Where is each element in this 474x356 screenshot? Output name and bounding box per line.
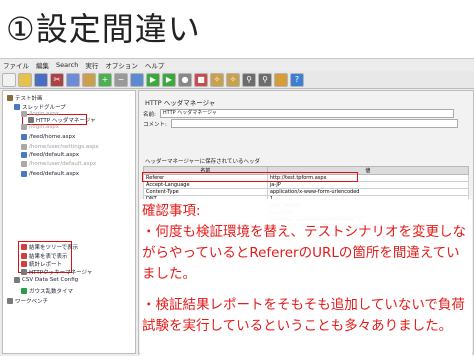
shutdown-icon[interactable]: ■ (194, 72, 208, 87)
header-value-cell[interactable]: ja-JP (266, 181, 470, 189)
menu-bar: ファイル 編集 Search 実行 オプション ヘルプ (0, 59, 474, 70)
tree-node-label: /login.aspx (29, 124, 59, 130)
tree-node-label: CSV Data Set Config (22, 277, 79, 283)
note-paragraph-2: ・検証結果レポートをそもそも追加していないで負荷試験を実行しているということも多… (142, 297, 465, 334)
clear-icon[interactable]: ✧ (210, 72, 224, 87)
toolbar: ✂ + − ▶ ▶ ● ■ ✧ ✧ ⚲ ⚲? (0, 71, 474, 89)
tree-node-label: /feed/default.aspx (29, 152, 79, 158)
comment-input[interactable] (170, 119, 458, 128)
toggle-icon[interactable] (130, 72, 144, 87)
headers-group-label: ヘッダーマネージャーに保存されているヘッダ (145, 159, 260, 165)
copy-icon[interactable] (66, 72, 80, 87)
paste-icon[interactable] (82, 72, 96, 87)
tree-node-icon (28, 117, 34, 123)
tree-node[interactable]: /home/user/default.aspx (21, 161, 96, 167)
tree-node[interactable]: /home/user/settings.aspx (21, 144, 99, 150)
tree-node-icon (14, 277, 20, 283)
tree-node[interactable]: /feed/default.aspx (21, 171, 79, 177)
tree-node-label: 結果を表で表示 (29, 254, 68, 260)
tree-node[interactable]: /login.aspx (21, 124, 59, 130)
header-value-cell[interactable]: application/x-www-form-urlencoded (266, 188, 470, 196)
tree-node-icon (14, 104, 20, 110)
tree-node[interactable]: /feed/default.aspx (21, 152, 79, 158)
name-label: 名前: (143, 111, 156, 118)
tree-node[interactable]: 結果を表で表示 (21, 252, 68, 260)
tree-node[interactable]: /feed/home.aspx (21, 134, 75, 140)
tree-node-label: HTTP ヘッダマネージャ (36, 118, 96, 124)
add-icon[interactable]: + (98, 72, 112, 87)
header-row[interactable]: Accept-Language ja-JP (143, 181, 470, 189)
menu-item-5[interactable]: ヘルプ (145, 60, 165, 70)
tree-node-icon (21, 144, 27, 150)
note-heading: 確認事項: (142, 203, 201, 219)
annotation-note: 確認事項: ・何度も検証環境を替え、テストシナリオを変更しながらやっているとRe… (140, 199, 472, 356)
menu-item-2[interactable]: Search (56, 61, 78, 69)
tree-node-icon (21, 124, 27, 130)
header-name-cell[interactable]: Content-Type (143, 188, 268, 196)
tree-node-icon (7, 298, 13, 304)
name-field-row: 名前: HTTP ヘッダマネージャ (143, 109, 454, 118)
tree-node-icon (21, 152, 27, 158)
tree-node[interactable]: ガウス乱数タイマ (21, 287, 73, 295)
tree-node-icon (21, 288, 27, 294)
note-paragraph-1: ・何度も検証環境を替え、テストシナリオを変更しながらやっているとRefererの… (142, 224, 466, 282)
tree-node-label: ガウス乱数タイマ (29, 289, 74, 295)
save-icon[interactable] (34, 72, 48, 87)
header-row[interactable]: Content-Type application/x-www-form-urlen… (143, 188, 470, 196)
tree-node-label: /feed/home.aspx (29, 134, 76, 140)
tree-node-label: スレッドグループ (22, 105, 66, 111)
tree-node-icon (21, 171, 27, 177)
tree-node-label: /home/user/default.aspx (29, 161, 97, 167)
tree-node-icon (21, 253, 27, 259)
open-icon[interactable] (18, 72, 32, 87)
tree-node[interactable]: 結果をツリーで表示 (21, 243, 78, 251)
tree-node-icon (21, 161, 27, 167)
tree-node-icon (21, 269, 27, 275)
tree-node[interactable]: ワークベンチ (7, 297, 48, 305)
cut-icon[interactable]: ✂ (50, 72, 64, 87)
tree-node-label: 結果をツリーで表示 (29, 245, 79, 251)
menu-item-1[interactable]: 編集 (36, 60, 49, 70)
tree-node-icon (21, 111, 27, 117)
new-icon[interactable] (2, 72, 16, 87)
remove-icon[interactable]: − (114, 72, 128, 87)
search-icon[interactable]: ⚲ (242, 72, 256, 87)
menu-item-3[interactable]: 実行 (85, 60, 98, 70)
tree-node-icon (21, 244, 27, 250)
tree-node-icon (21, 261, 27, 267)
test-plan-tree[interactable]: テスト計画 スレッドグループ/login.aspx HTTP ヘッダマネージャ/lo… (2, 90, 136, 354)
tree-node-label: ワークベンチ (15, 299, 49, 305)
tree-node-label: HTTPクッキーマネージャ (29, 270, 93, 276)
comment-label: コメント: (143, 121, 167, 128)
tree-node[interactable]: 統計レポート (21, 260, 62, 268)
highlight-referer-row (142, 172, 358, 182)
function-helper-icon[interactable] (274, 72, 288, 87)
header-name-cell[interactable]: Accept-Language (143, 181, 268, 189)
tree-node[interactable]: CSV Data Set Config (14, 277, 78, 283)
tree-node[interactable]: HTTP ヘッダマネージャ (28, 116, 95, 124)
menu-item-4[interactable]: オプション (105, 60, 138, 70)
tree-node-icon (7, 95, 13, 101)
help-icon[interactable]: ? (290, 72, 304, 87)
panel-title: HTTP ヘッダマネージャ (145, 99, 216, 107)
name-input[interactable]: HTTP ヘッダマネージャ (159, 109, 454, 118)
tree-node-label: /feed/default.aspx (29, 171, 79, 177)
tree-node[interactable]: テスト計画 (7, 94, 43, 102)
tree-node[interactable]: スレッドグループ (14, 103, 66, 111)
comment-field-row: コメント: (143, 119, 458, 128)
slide-title: ①設定間違い (6, 10, 201, 48)
tree-node-label: 統計レポート (29, 262, 63, 268)
menu-item-0[interactable]: ファイル (3, 60, 29, 70)
reset-search-icon[interactable]: ⚲ (258, 72, 272, 87)
clear-all-icon[interactable]: ✧ (226, 72, 240, 87)
tree-node-icon (21, 134, 27, 140)
tree-node-label: テスト計画 (15, 96, 43, 102)
tree-node[interactable]: HTTPクッキーマネージャ (21, 268, 92, 276)
run-no-pause-icon[interactable]: ▶ (162, 72, 176, 87)
run-icon[interactable]: ▶ (146, 72, 160, 87)
tree-node-label: /home/user/settings.aspx (29, 144, 99, 150)
stop-icon[interactable]: ● (178, 72, 192, 87)
